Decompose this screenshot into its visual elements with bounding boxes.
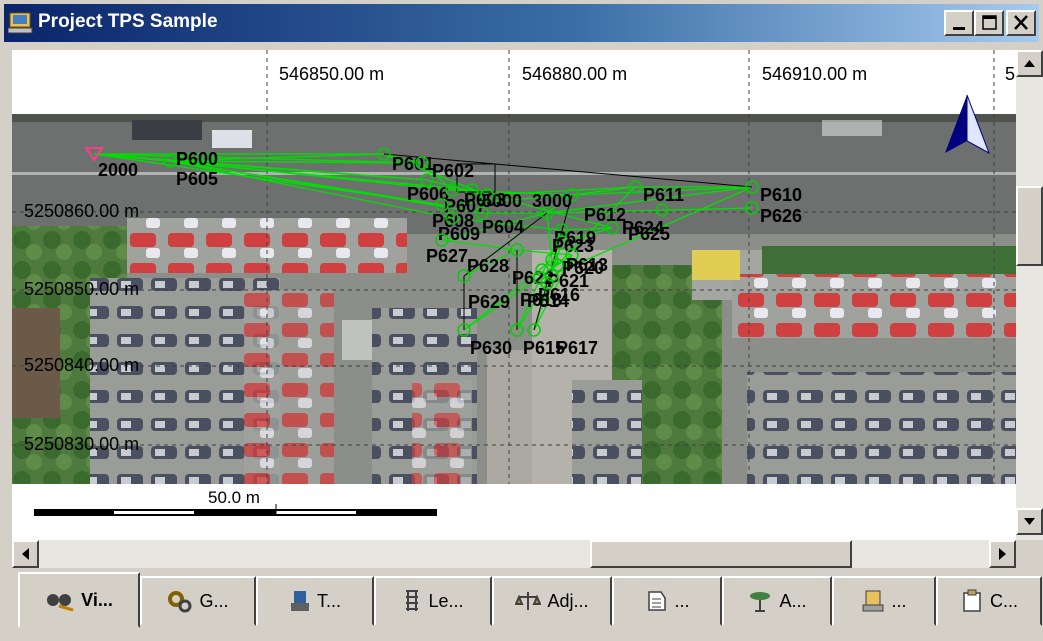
close-button[interactable] <box>1006 10 1036 36</box>
tab-clipboard-label: C... <box>989 590 1018 611</box>
x-coordinate-label: 546850.00 m <box>279 64 384 84</box>
tab-level-label: Le... <box>428 590 464 611</box>
vertical-scrollbar[interactable] <box>1016 50 1043 540</box>
y-coordinate-label: 5250840.00 m <box>24 355 139 375</box>
maximize-icon <box>982 15 997 30</box>
analysis-icon <box>750 592 771 612</box>
scroll-right-button[interactable] <box>989 540 1016 568</box>
point-label: P624 <box>622 218 664 238</box>
point-label: P605 <box>176 169 218 189</box>
tab-view[interactable]: Vi... <box>18 572 140 628</box>
x-coordinate-labels: 546850.00 m 546880.00 m 546910.00 m 5 <box>279 64 1015 84</box>
tab-analysis[interactable]: A... <box>722 576 832 626</box>
point-label: 5000 <box>482 191 522 211</box>
point-label: P630 <box>470 338 512 358</box>
scale-icon <box>515 592 542 610</box>
scroll-up-button[interactable] <box>1016 50 1043 77</box>
y-coordinate-label: 5250830.00 m <box>24 434 139 454</box>
tab-document[interactable]: ... <box>612 576 722 626</box>
tab-level[interactable]: Le... <box>374 576 492 626</box>
scroll-left-button[interactable] <box>12 540 39 568</box>
instrument-icon <box>290 591 309 611</box>
y-coordinate-label: 5250860.00 m <box>24 201 139 221</box>
arrow-left-icon <box>22 548 29 560</box>
point-label: P617 <box>556 338 598 358</box>
map-view[interactable]: 546850.00 m 546880.00 m 546910.00 m 5 52508… <box>12 50 1016 540</box>
application-window: Project TPS Sample 546850.00 m 546880.00… <box>0 0 1043 641</box>
tab-document-label: ... <box>674 590 690 611</box>
point-label: P623 <box>552 236 594 256</box>
project-icon <box>8 12 33 34</box>
x-coordinate-label: 5 <box>1005 64 1015 84</box>
tab-gear[interactable]: G... <box>140 576 256 626</box>
level-icon <box>406 590 419 611</box>
survey-point[interactable]: 3000 <box>532 188 579 211</box>
scale-label: 50.0 m <box>208 488 260 507</box>
tab-report[interactable]: ... <box>832 576 936 626</box>
scale-bar: 50.0 m <box>12 484 1016 540</box>
point-label: P600 <box>176 149 218 169</box>
arrow-down-icon <box>1024 518 1035 525</box>
tab-adjustment-label: Adj... <box>547 590 589 611</box>
tab-view-label: Vi... <box>81 589 113 610</box>
point-label: P628 <box>467 256 509 276</box>
x-coordinate-label: 546910.00 m <box>762 64 867 84</box>
vertical-scroll-thumb[interactable] <box>1016 186 1043 266</box>
point-label: P626 <box>760 206 802 226</box>
tab-report-label: ... <box>891 590 907 611</box>
view-icon <box>47 594 74 612</box>
point-label: P604 <box>482 217 524 237</box>
scrollbar-corner <box>1016 540 1043 568</box>
x-coordinate-label: 546880.00 m <box>522 64 627 84</box>
point-label: P606 <box>407 184 449 204</box>
tab-instrument-label: T... <box>316 590 341 611</box>
arrow-right-icon <box>999 548 1006 560</box>
minimize-icon <box>953 27 965 30</box>
point-label: 2000 <box>98 160 138 180</box>
tab-clipboard[interactable]: C... <box>936 576 1042 626</box>
arrow-up-icon <box>1024 60 1035 67</box>
tab-bar: Vi... G... T... Le... Adj... ... A... ..… <box>12 572 1043 632</box>
point-label: P629 <box>468 292 510 312</box>
survey-point[interactable]: 5000 <box>480 188 522 211</box>
point-label: P612 <box>584 205 626 225</box>
minimize-button[interactable] <box>944 10 974 36</box>
maximize-button[interactable] <box>974 10 1004 36</box>
report-icon <box>862 590 884 612</box>
aerial-image <box>12 114 1016 484</box>
tab-adjustment[interactable]: Adj... <box>492 576 612 626</box>
point-label: P610 <box>760 185 802 205</box>
horizontal-scroll-thumb[interactable] <box>590 540 852 568</box>
y-coordinate-label: 5250850.00 m <box>24 279 139 299</box>
point-label: P611 <box>643 185 684 205</box>
point-label: P613 <box>566 255 608 275</box>
point-label: P602 <box>432 161 474 181</box>
tab-gear-label: G... <box>199 590 229 611</box>
document-icon <box>648 591 667 611</box>
title-bar[interactable]: Project TPS Sample <box>4 4 1039 42</box>
close-icon <box>1014 15 1028 30</box>
point-label: P627 <box>426 246 468 266</box>
scroll-down-button[interactable] <box>1016 508 1043 535</box>
tab-instrument[interactable]: T... <box>256 576 374 626</box>
point-label: 3000 <box>532 191 572 211</box>
gear-icon <box>168 591 192 613</box>
clipboard-icon <box>963 589 981 612</box>
map-canvas[interactable]: 546850.00 m 546880.00 m 546910.00 m 5 52508… <box>12 50 1016 540</box>
horizontal-scrollbar[interactable] <box>12 540 1016 568</box>
survey-point[interactable]: P623 <box>552 235 594 256</box>
point-label: P614 <box>527 291 569 311</box>
window-title: Project TPS Sample <box>38 11 218 32</box>
tab-analysis-label: A... <box>779 590 807 611</box>
